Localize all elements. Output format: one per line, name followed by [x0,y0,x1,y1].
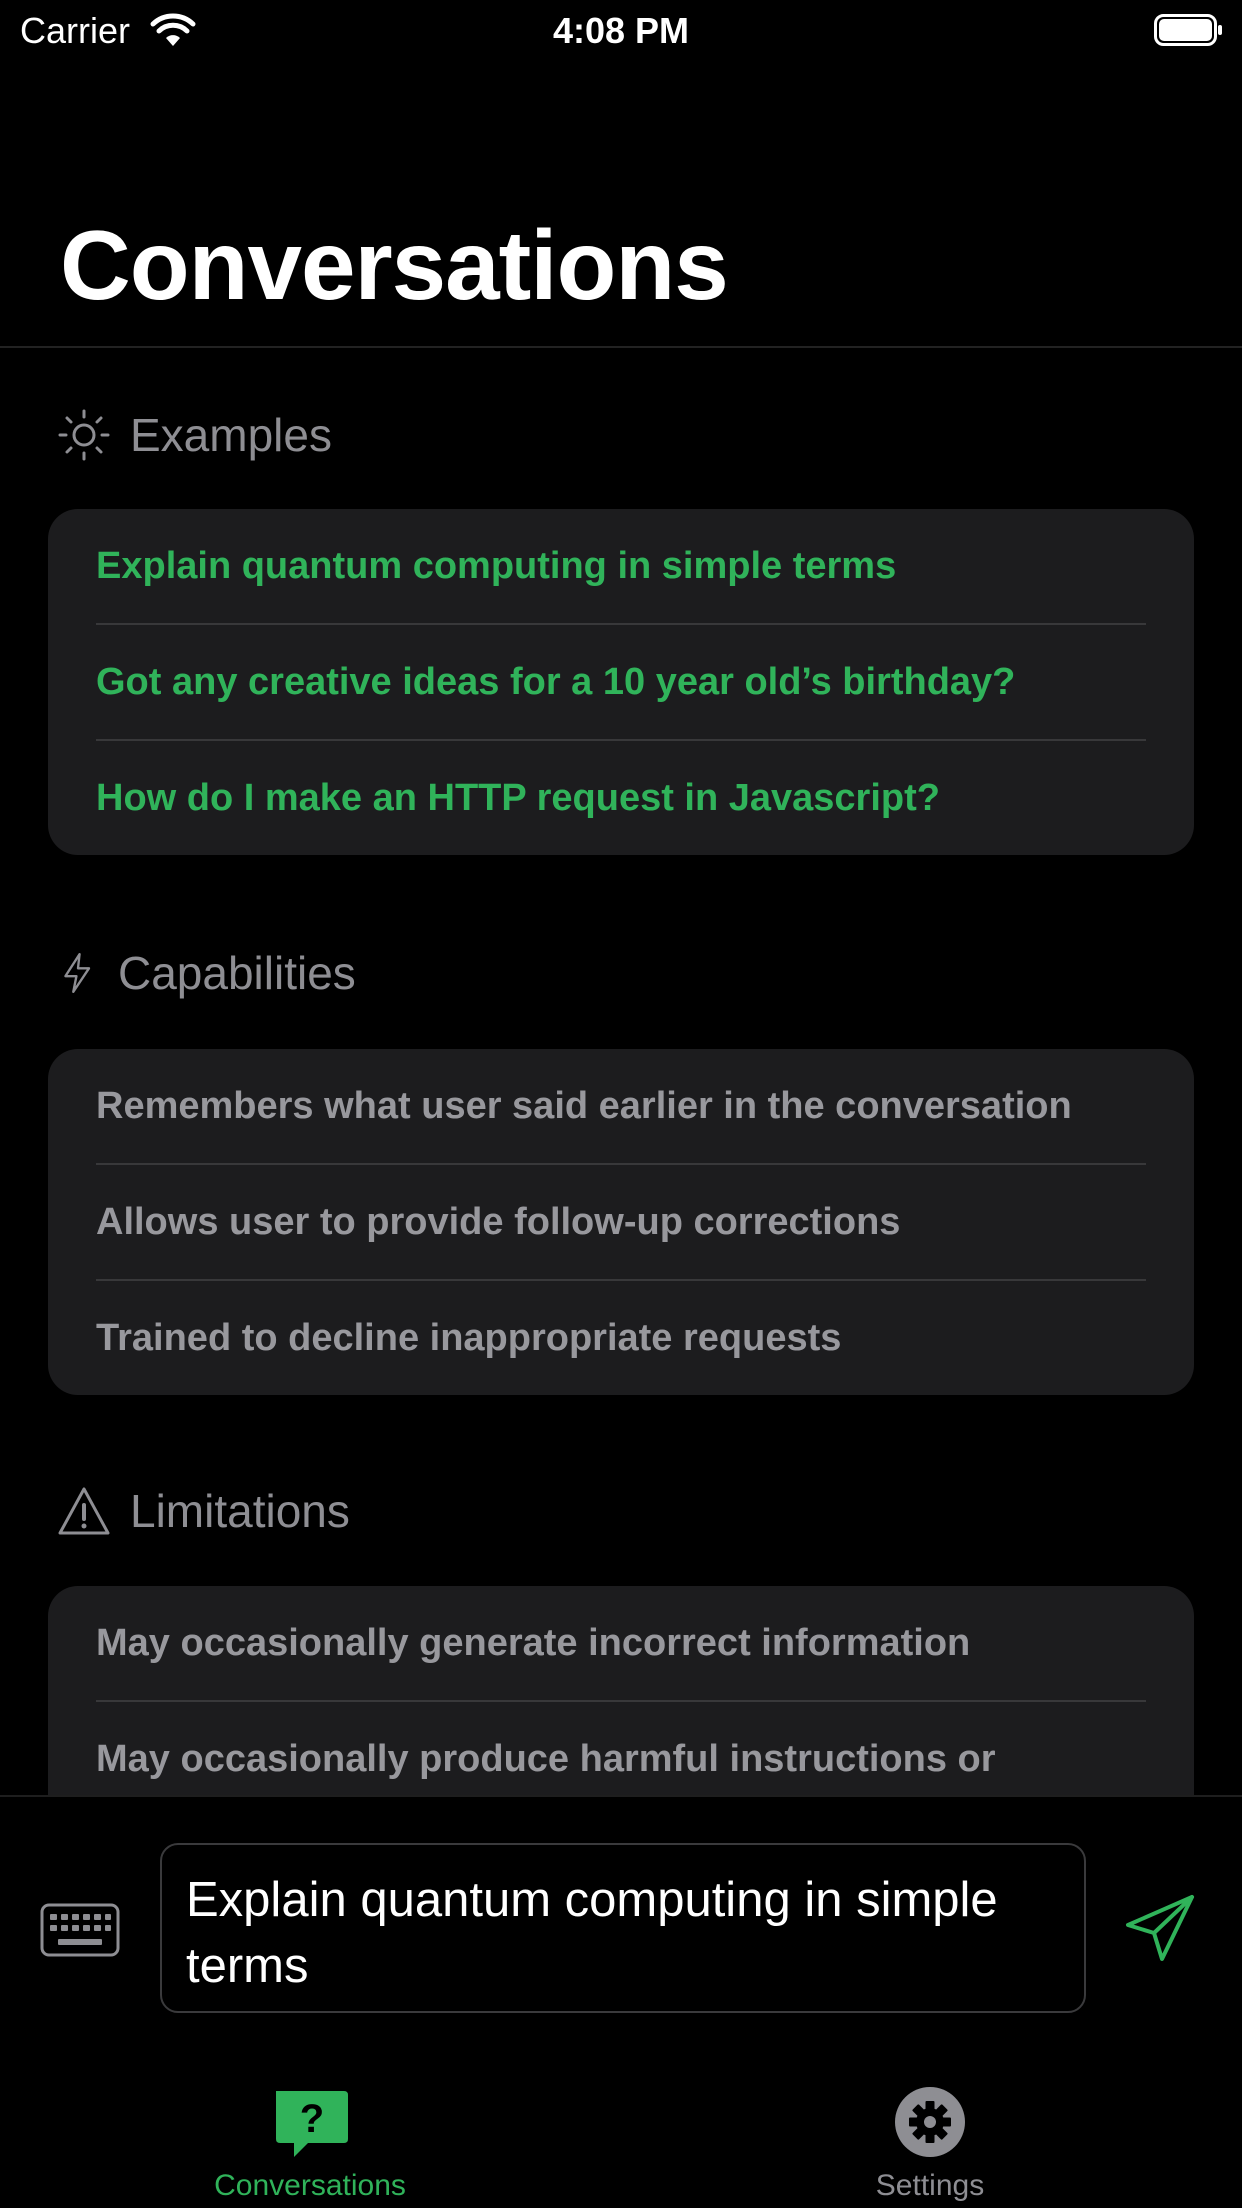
tab-bar: ? Conversations Settings [0,2025,1242,2208]
battery-icon [1154,14,1222,46]
examples-card: Explain quantum computing in simple term… [48,509,1194,855]
limitations-header: Limitations [56,1476,350,1546]
limitations-card: May occasionally generate incorrect info… [48,1586,1194,1795]
svg-text:?: ? [300,2097,324,2141]
limitations-label: Limitations [130,1485,350,1537]
example-item[interactable]: Explain quantum computing in simple term… [96,509,1146,625]
limitation-item: May occasionally generate incorrect info… [96,1586,1146,1702]
message-input[interactable]: Explain quantum computing in simple term… [160,1843,1086,2013]
warning-icon [58,1487,110,1535]
tab-conversations[interactable]: ? Conversations [160,2085,460,2205]
capability-item: Allows user to provide follow-up correct… [96,1165,1146,1281]
status-bar: Carrier 4:08 PM [0,0,1242,62]
lightning-icon [64,952,91,994]
send-icon[interactable] [1124,1893,1196,1965]
capabilities-label: Capabilities [118,947,356,999]
keyboard-icon[interactable] [40,1903,120,1957]
capabilities-header: Capabilities [56,938,356,1008]
example-item[interactable]: Got any creative ideas for a 10 year old… [96,625,1146,741]
example-item[interactable]: How do I make an HTTP request in Javascr… [96,741,1146,855]
scroll-content[interactable]: Examples Explain quantum computing in si… [0,348,1242,1795]
sun-icon [58,409,110,461]
page-title: Conversations [60,210,729,320]
tab-label: Settings [875,2169,985,2202]
limitation-item: May occasionally produce harmful instruc… [96,1737,996,1780]
gear-icon [895,2087,965,2157]
composer: Explain quantum computing in simple term… [0,1795,1242,2027]
examples-header: Examples [56,400,332,470]
capabilities-card: Remembers what user said earlier in the … [48,1049,1194,1395]
capability-item: Trained to decline inappropriate request… [96,1316,842,1359]
question-bubble-icon: ? [276,2091,348,2157]
tab-label: Conversations [214,2169,406,2202]
capability-item: Remembers what user said earlier in the … [96,1049,1146,1165]
clock: 4:08 PM [552,10,690,51]
tab-settings[interactable]: Settings [780,2085,1080,2205]
examples-label: Examples [130,409,332,461]
